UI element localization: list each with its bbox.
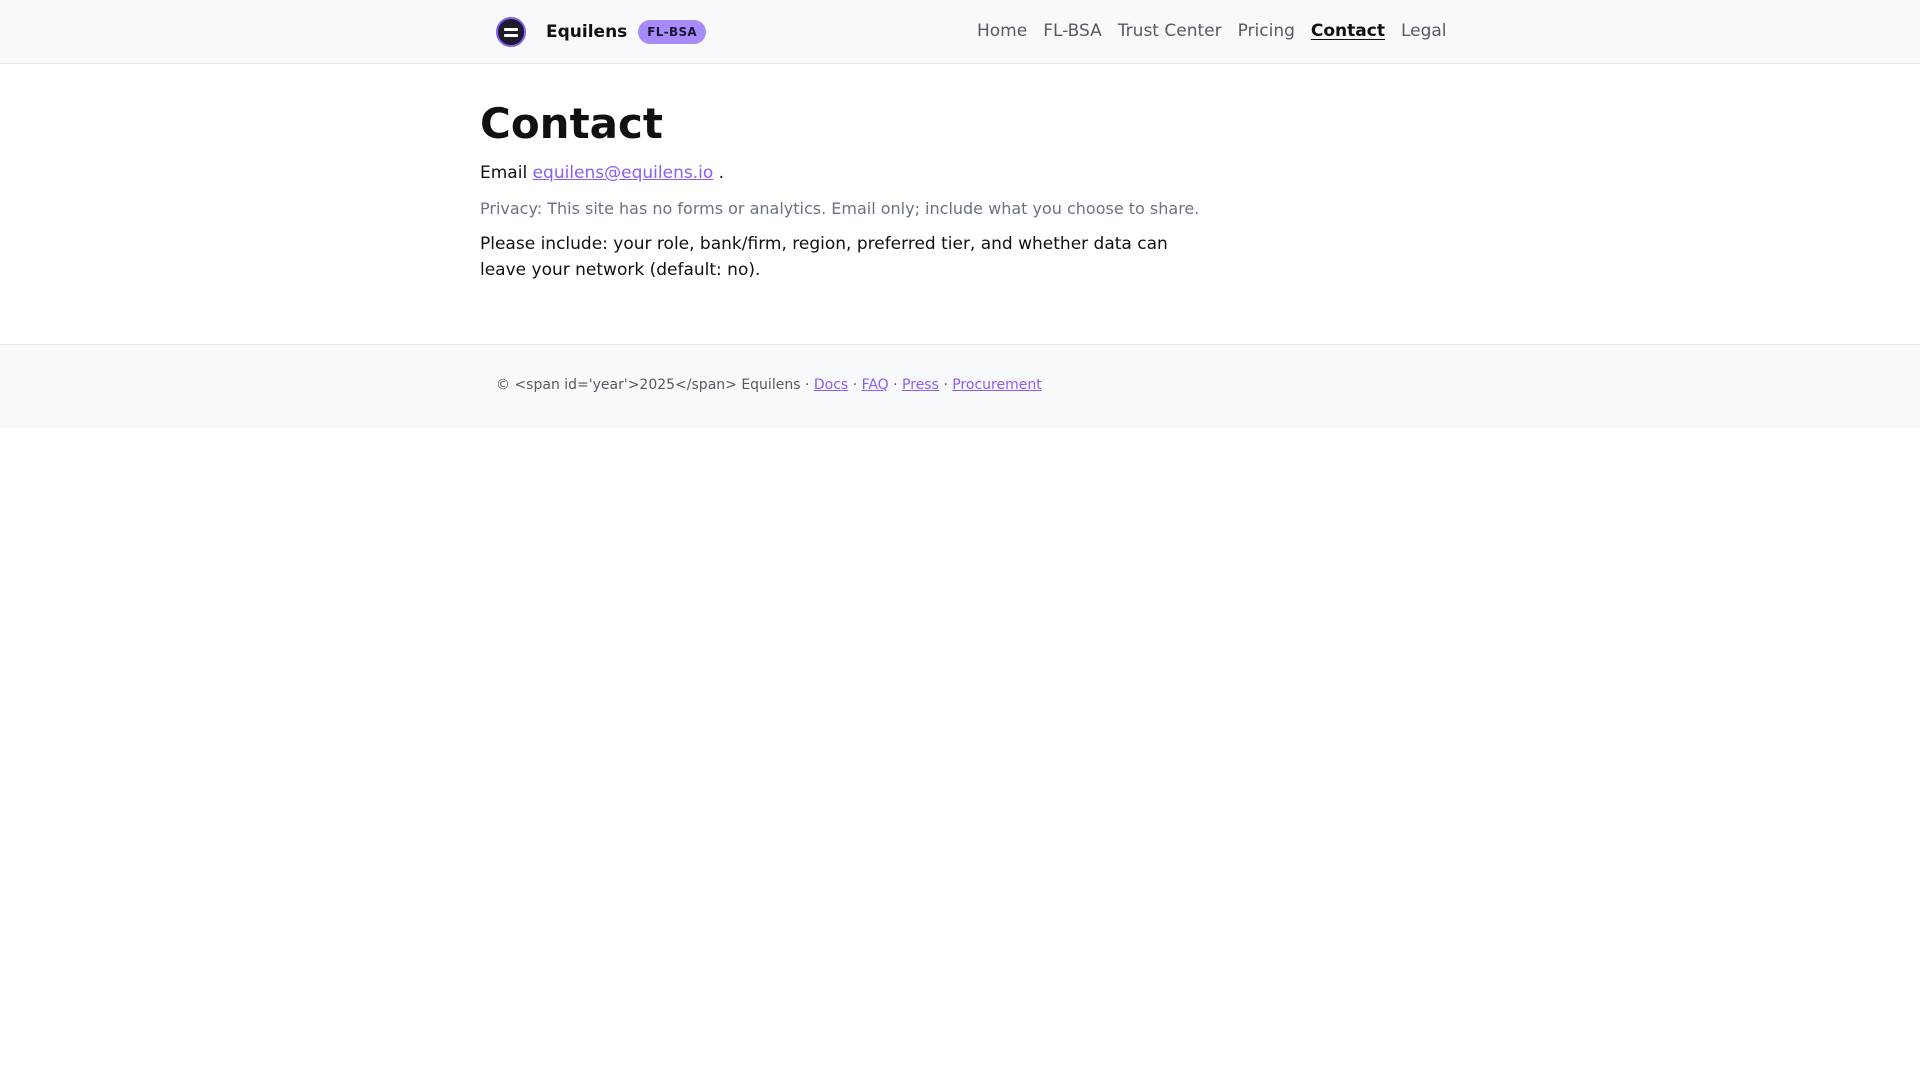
privacy-note: Privacy: This site has no forms or analy… [480,199,1200,218]
email-line: Email equilens@equilens.io . [480,160,1200,186]
product-badge: FL-BSA [638,20,706,44]
main-content: Contact Email equilens@equilens.io . Pri… [480,96,1200,283]
footer-link-docs[interactable]: Docs [814,377,848,393]
email-prefix: Email [480,163,528,183]
site-header: Equilens FL-BSA Home FL-BSA Trust Center… [0,0,1920,64]
email-link[interactable]: equilens@equilens.io [533,163,714,183]
nav-fl-bsa[interactable]: FL-BSA [1043,21,1102,41]
footer-link-faq[interactable]: FAQ [862,377,889,393]
nav-home[interactable]: Home [977,21,1027,41]
footer-separator: · [852,377,858,393]
footer-copyright: © <span id='year'>2025</span> Equilens [496,377,801,393]
brand[interactable]: Equilens FL-BSA [496,16,706,48]
email-suffix: . [718,163,725,183]
footer-separator: · [804,377,810,393]
brand-name: Equilens [546,22,628,42]
equilens-logo-icon [496,17,526,47]
nav-pricing[interactable]: Pricing [1238,21,1295,41]
footer-separator: · [893,377,898,393]
nav-contact[interactable]: Contact [1311,21,1385,41]
main-nav: Home FL-BSA Trust Center Pricing Contact… [977,21,1447,41]
footer-separator: · [943,377,948,393]
page-title: Contact [480,99,663,148]
footer-link-press[interactable]: Press [902,377,939,393]
footer-content: © <span id='year'>2025</span> Equilens ·… [496,377,1042,393]
footer-link-procurement[interactable]: Procurement [952,377,1041,393]
nav-trust-center[interactable]: Trust Center [1118,21,1222,41]
nav-legal[interactable]: Legal [1401,21,1447,41]
include-instructions: Please include: your role, bank/firm, re… [480,234,1168,280]
site-footer: © <span id='year'>2025</span> Equilens ·… [0,344,1920,428]
